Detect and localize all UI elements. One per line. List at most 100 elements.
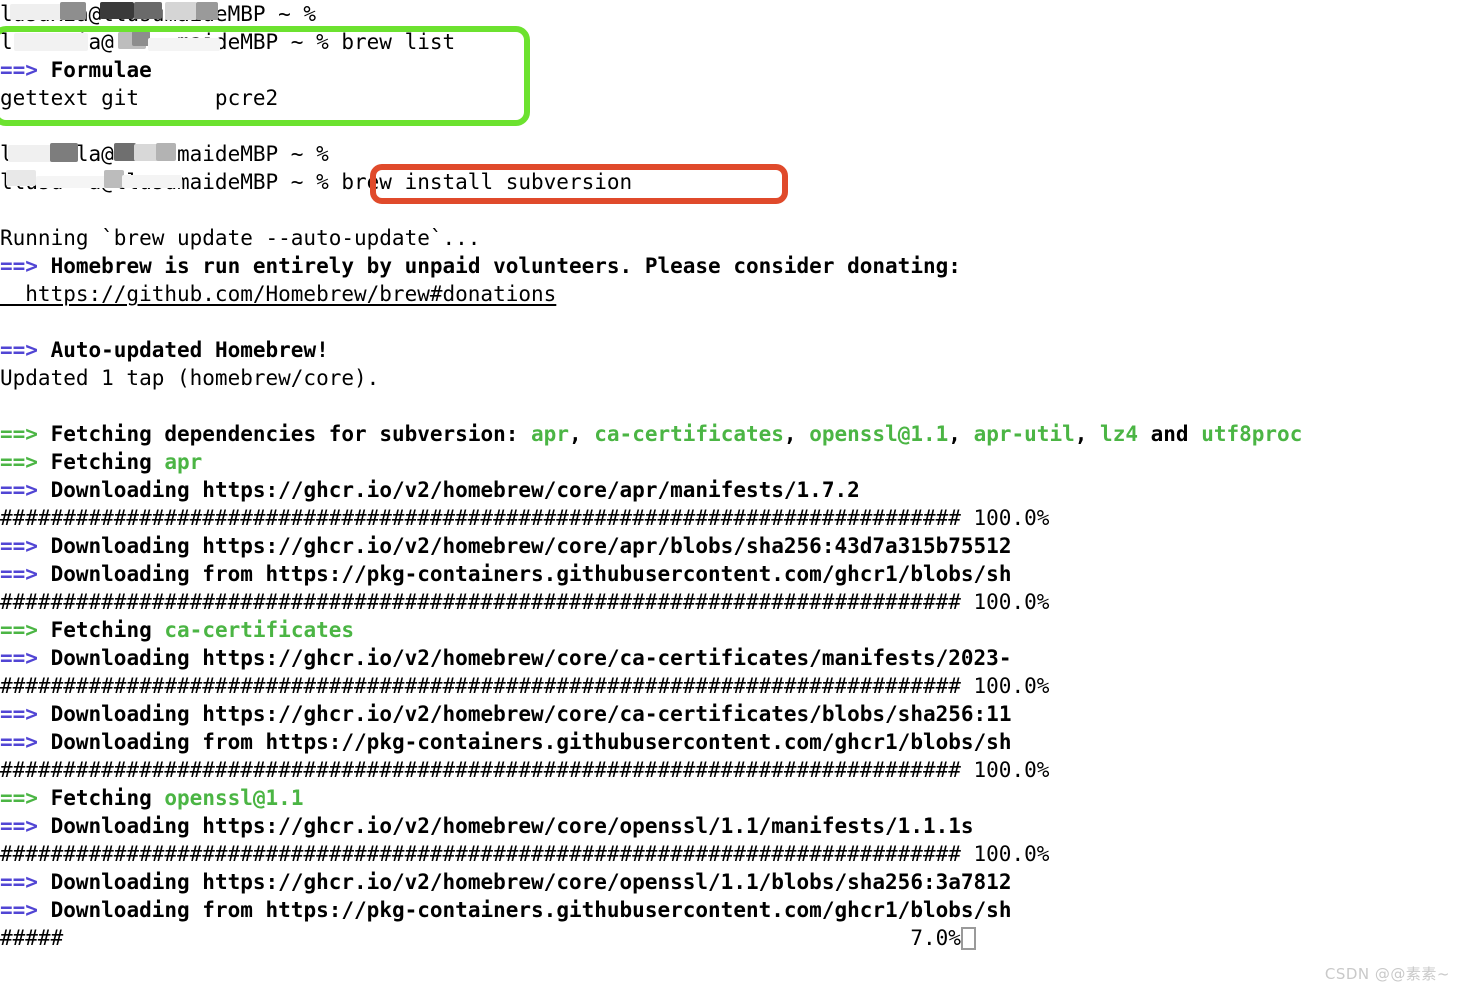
arrow-marker: ==>: [0, 898, 38, 922]
arrow-marker: ==>: [0, 254, 38, 278]
arrow-marker: ==>: [0, 730, 38, 754]
terminal-text: ,: [568, 422, 595, 446]
terminal-line: ==> Downloading https://ghcr.io/v2/homeb…: [0, 812, 1464, 840]
package-name: apr-util: [973, 422, 1075, 446]
terminal-text: Downloading from https://pkg-containers.…: [50, 562, 1012, 586]
terminal-text: ,: [783, 422, 810, 446]
progress-percent: 100.0%: [960, 758, 1050, 782]
terminal-line: ==> Fetching openssl@1.1: [0, 784, 1464, 812]
terminal-line: ==> Downloading from https://pkg-contain…: [0, 896, 1464, 924]
package-name: utf8proc: [1201, 422, 1303, 446]
redaction-block: [36, 176, 106, 188]
terminal-line: ==> Downloading https://ghcr.io/v2/homeb…: [0, 476, 1464, 504]
redaction-block: [104, 170, 124, 188]
arrow-marker: ==>: [0, 562, 38, 586]
package-name: ca-certificates: [594, 422, 784, 446]
terminal-line: ########################################…: [0, 588, 1464, 616]
arrow-marker: ==>: [0, 534, 38, 558]
terminal-text: Downloading https://ghcr.io/v2/homebrew/…: [50, 702, 1012, 726]
redaction-block: [114, 143, 136, 161]
terminal-text: Downloading from https://pkg-containers.…: [50, 898, 1012, 922]
terminal-line: gettext git pcre2: [0, 84, 1464, 112]
redaction-block: [156, 143, 176, 161]
terminal-line: ==> Downloading https://ghcr.io/v2/homeb…: [0, 644, 1464, 672]
terminal-text: Downloading https://ghcr.io/v2/homebrew/…: [50, 870, 1012, 894]
terminal-text: Fetching: [50, 450, 165, 474]
terminal-cursor: [960, 927, 976, 950]
terminal-text: Fetching dependencies for subversion:: [50, 422, 532, 446]
terminal-line: ##### 7.0%: [0, 924, 1464, 952]
terminal-text: Downloading https://ghcr.io/v2/homebrew/…: [50, 814, 974, 838]
arrow-marker: ==>: [0, 58, 38, 82]
terminal-line: ########################################…: [0, 672, 1464, 700]
terminal-line: ==> Downloading https://ghcr.io/v2/homeb…: [0, 532, 1464, 560]
terminal-text: Fetching: [50, 618, 165, 642]
progress-bar: ########################################…: [0, 758, 961, 782]
arrow-marker: ==>: [0, 422, 38, 446]
package-name: openssl@1.1: [809, 422, 949, 446]
terminal-line: ==> Downloading https://ghcr.io/v2/homeb…: [0, 868, 1464, 896]
terminal-line: ==> Downloading https://ghcr.io/v2/homeb…: [0, 700, 1464, 728]
terminal-line: lusuxia@llusumaideMBP ~ %: [0, 0, 1464, 28]
terminal-line: ==> Auto-updated Homebrew!: [0, 336, 1464, 364]
arrow-marker: ==>: [0, 478, 38, 502]
terminal-line: ==> Downloading from https://pkg-contain…: [0, 728, 1464, 756]
terminal-line: llusu a@llusumaideMBP ~ % brew install s…: [0, 168, 1464, 196]
terminal-text: Running `brew update --auto-update`...: [0, 226, 481, 250]
terminal-text: Fetching: [50, 786, 165, 810]
terminal-line: ==> Fetching apr: [0, 448, 1464, 476]
redaction-block: [148, 38, 220, 51]
progress-bar: ########################################…: [0, 506, 961, 530]
redaction-block: [14, 33, 88, 51]
terminal-text: ,: [948, 422, 974, 446]
arrow-marker: ==>: [0, 338, 38, 362]
arrow-marker: ==>: [0, 814, 38, 838]
terminal-line: Updated 1 tap (homebrew/core).: [0, 364, 1464, 392]
terminal-line: Running `brew update --auto-update`...: [0, 224, 1464, 252]
progress-bar: #####: [0, 926, 64, 950]
redaction-block: [122, 175, 182, 188]
terminal-line: https://github.com/Homebrew/brew#donatio…: [0, 280, 1464, 308]
progress-bar: ########################################…: [0, 590, 961, 614]
terminal-line: ==> Downloading from https://pkg-contain…: [0, 560, 1464, 588]
terminal-text: Downloading https://ghcr.io/v2/homebrew/…: [50, 646, 1012, 670]
terminal-line: ########################################…: [0, 504, 1464, 532]
redaction-block: [165, 2, 197, 20]
terminal-text: Downloading from https://pkg-containers.…: [50, 730, 1012, 754]
progress-percent: 100.0%: [960, 842, 1050, 866]
terminal-line: ########################################…: [0, 756, 1464, 784]
terminal-line: ==> Fetching dependencies for subversion…: [0, 420, 1464, 448]
arrow-marker: ==>: [0, 786, 38, 810]
redaction-block: [134, 2, 162, 19]
terminal-text: Formulae: [50, 58, 152, 82]
terminal-line: ########################################…: [0, 840, 1464, 868]
package-name: openssl@1.1: [164, 786, 304, 810]
terminal-text: Downloading https://ghcr.io/v2/homebrew/…: [50, 534, 1012, 558]
redaction-block: [50, 143, 78, 162]
terminal-line: ==> Homebrew is run entirely by unpaid v…: [0, 252, 1464, 280]
terminal-output[interactable]: lusuxia@llusumaideMBP ~ %l ia@ maideMBP …: [0, 0, 1464, 952]
arrow-marker: ==>: [0, 646, 38, 670]
redaction-block: [196, 2, 218, 20]
arrow-marker: ==>: [0, 870, 38, 894]
package-name: apr: [531, 422, 569, 446]
progress-bar: ########################################…: [0, 674, 961, 698]
progress-percent: 100.0%: [960, 506, 1050, 530]
shell-command: brew install subversion: [328, 170, 633, 194]
shell-command: brew list: [328, 30, 456, 54]
progress-percent: 100.0%: [960, 674, 1050, 698]
csdn-watermark: CSDN @@素素~: [1324, 965, 1450, 983]
terminal-line: ==> Fetching ca-certificates: [0, 616, 1464, 644]
donation-link[interactable]: https://github.com/Homebrew/brew#donatio…: [0, 282, 556, 306]
terminal-text: gettext git pcre2: [0, 86, 279, 110]
redaction-block: [60, 2, 86, 20]
redaction-block: [6, 170, 36, 186]
package-name: ca-certificates: [164, 618, 355, 642]
progress-percent: 100.0%: [960, 590, 1050, 614]
terminal-text: ,: [1074, 422, 1101, 446]
package-name: apr: [164, 450, 203, 474]
